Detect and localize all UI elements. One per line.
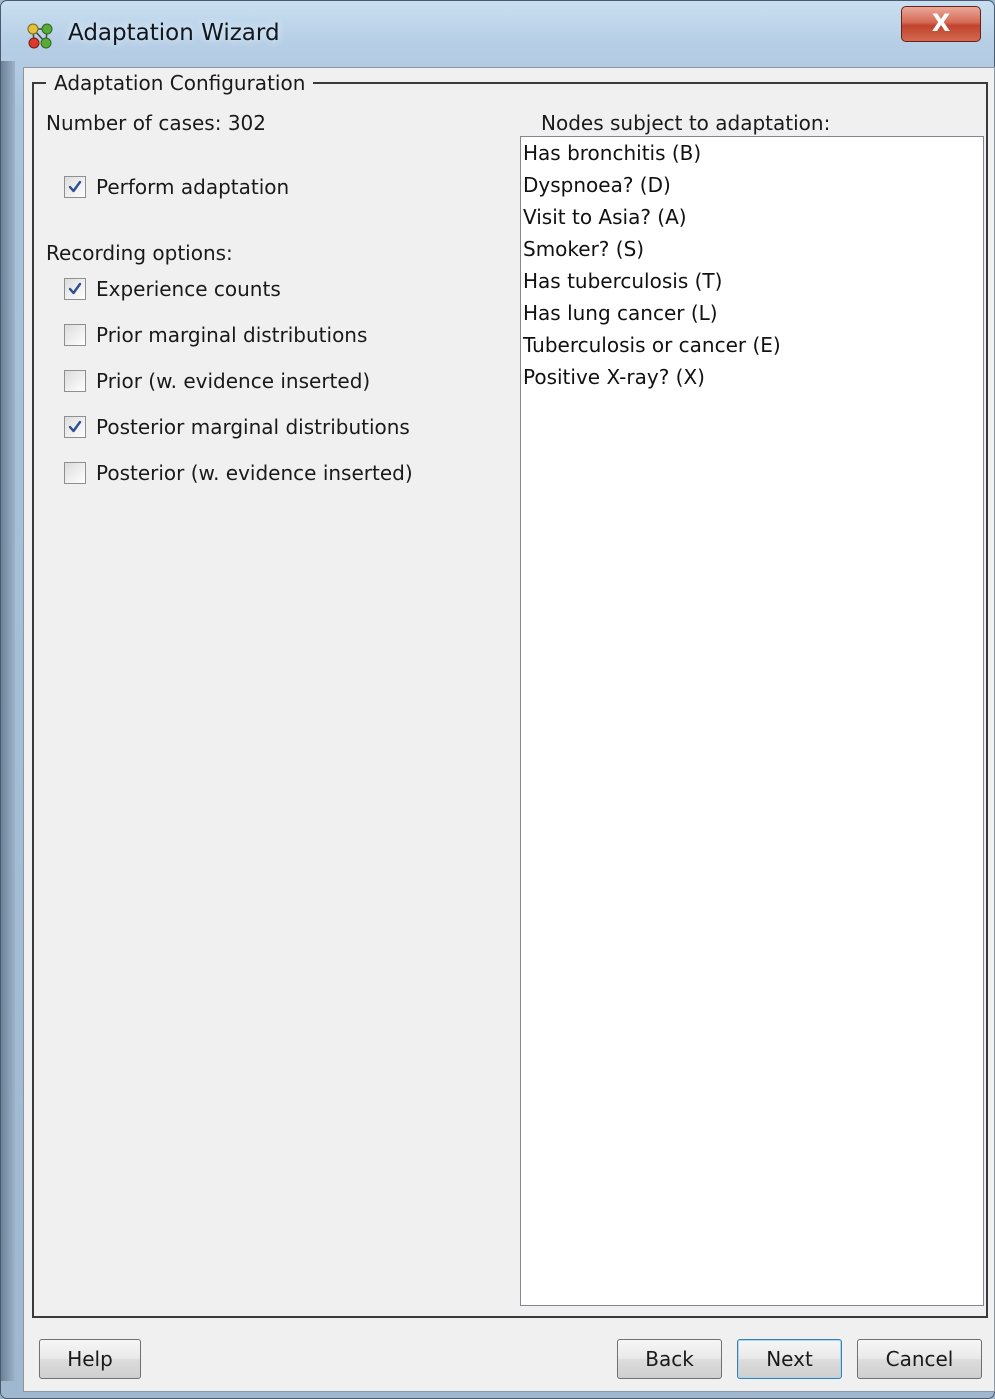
option-experience-counts[interactable]: Experience counts: [64, 275, 281, 303]
help-button[interactable]: Help: [39, 1339, 141, 1379]
nodes-listbox[interactable]: Has bronchitis (B) Dyspnoea? (D) Visit t…: [520, 136, 984, 1306]
option-prior-marginal[interactable]: Prior marginal distributions: [64, 321, 367, 349]
option-posterior-evidence[interactable]: Posterior (w. evidence inserted): [64, 459, 413, 487]
group-title: Adaptation Configuration: [46, 70, 314, 96]
nodes-heading: Nodes subject to adaptation:: [541, 111, 831, 135]
list-item[interactable]: Has lung cancer (L): [523, 300, 718, 326]
recording-options-heading: Recording options:: [46, 241, 233, 265]
prior-evidence-checkbox[interactable]: [64, 370, 86, 392]
option-prior-evidence[interactable]: Prior (w. evidence inserted): [64, 367, 370, 395]
option-label: Experience counts: [96, 277, 281, 301]
bayesian-network-icon: [27, 23, 53, 49]
prior-marginal-checkbox[interactable]: [64, 324, 86, 346]
frame-edge: [1, 61, 15, 1381]
next-button[interactable]: Next: [737, 1339, 842, 1379]
posterior-marginal-checkbox[interactable]: [64, 416, 86, 438]
cancel-button[interactable]: Cancel: [857, 1339, 982, 1379]
list-item[interactable]: Has tuberculosis (T): [523, 268, 722, 294]
adaptation-configuration-group: Adaptation Configuration Number of cases…: [32, 70, 988, 1318]
list-item[interactable]: Dyspnoea? (D): [523, 172, 671, 198]
close-button[interactable]: X: [901, 6, 981, 42]
list-item[interactable]: Smoker? (S): [523, 236, 644, 262]
option-posterior-marginal[interactable]: Posterior marginal distributions: [64, 413, 410, 441]
experience-counts-checkbox[interactable]: [64, 278, 86, 300]
perform-adaptation-row[interactable]: Perform adaptation: [64, 173, 289, 201]
title-bar[interactable]: Adaptation Wizard X: [1, 1, 995, 67]
back-button[interactable]: Back: [617, 1339, 722, 1379]
dialog-body: Adaptation Configuration Number of cases…: [23, 67, 995, 1392]
list-item[interactable]: Visit to Asia? (A): [523, 204, 687, 230]
close-icon: X: [931, 9, 951, 37]
number-of-cases-label: Number of cases: 302: [46, 111, 266, 135]
list-item[interactable]: Tuberculosis or cancer (E): [523, 332, 781, 358]
list-item[interactable]: Has bronchitis (B): [523, 140, 701, 166]
check-mark-icon: [68, 420, 82, 433]
option-label: Posterior marginal distributions: [96, 415, 410, 439]
option-label: Posterior (w. evidence inserted): [96, 461, 413, 485]
list-item[interactable]: Positive X-ray? (X): [523, 364, 705, 390]
window-title: Adaptation Wizard: [68, 20, 280, 46]
check-mark-icon: [68, 180, 82, 193]
check-mark-icon: [68, 282, 82, 295]
option-label: Prior marginal distributions: [96, 323, 368, 347]
posterior-evidence-checkbox[interactable]: [64, 462, 86, 484]
perform-adaptation-checkbox[interactable]: [64, 176, 86, 198]
option-label: Prior (w. evidence inserted): [96, 369, 371, 393]
perform-adaptation-label: Perform adaptation: [96, 175, 290, 199]
window-frame: Adaptation Wizard X Adaptation Configura…: [0, 0, 995, 1399]
